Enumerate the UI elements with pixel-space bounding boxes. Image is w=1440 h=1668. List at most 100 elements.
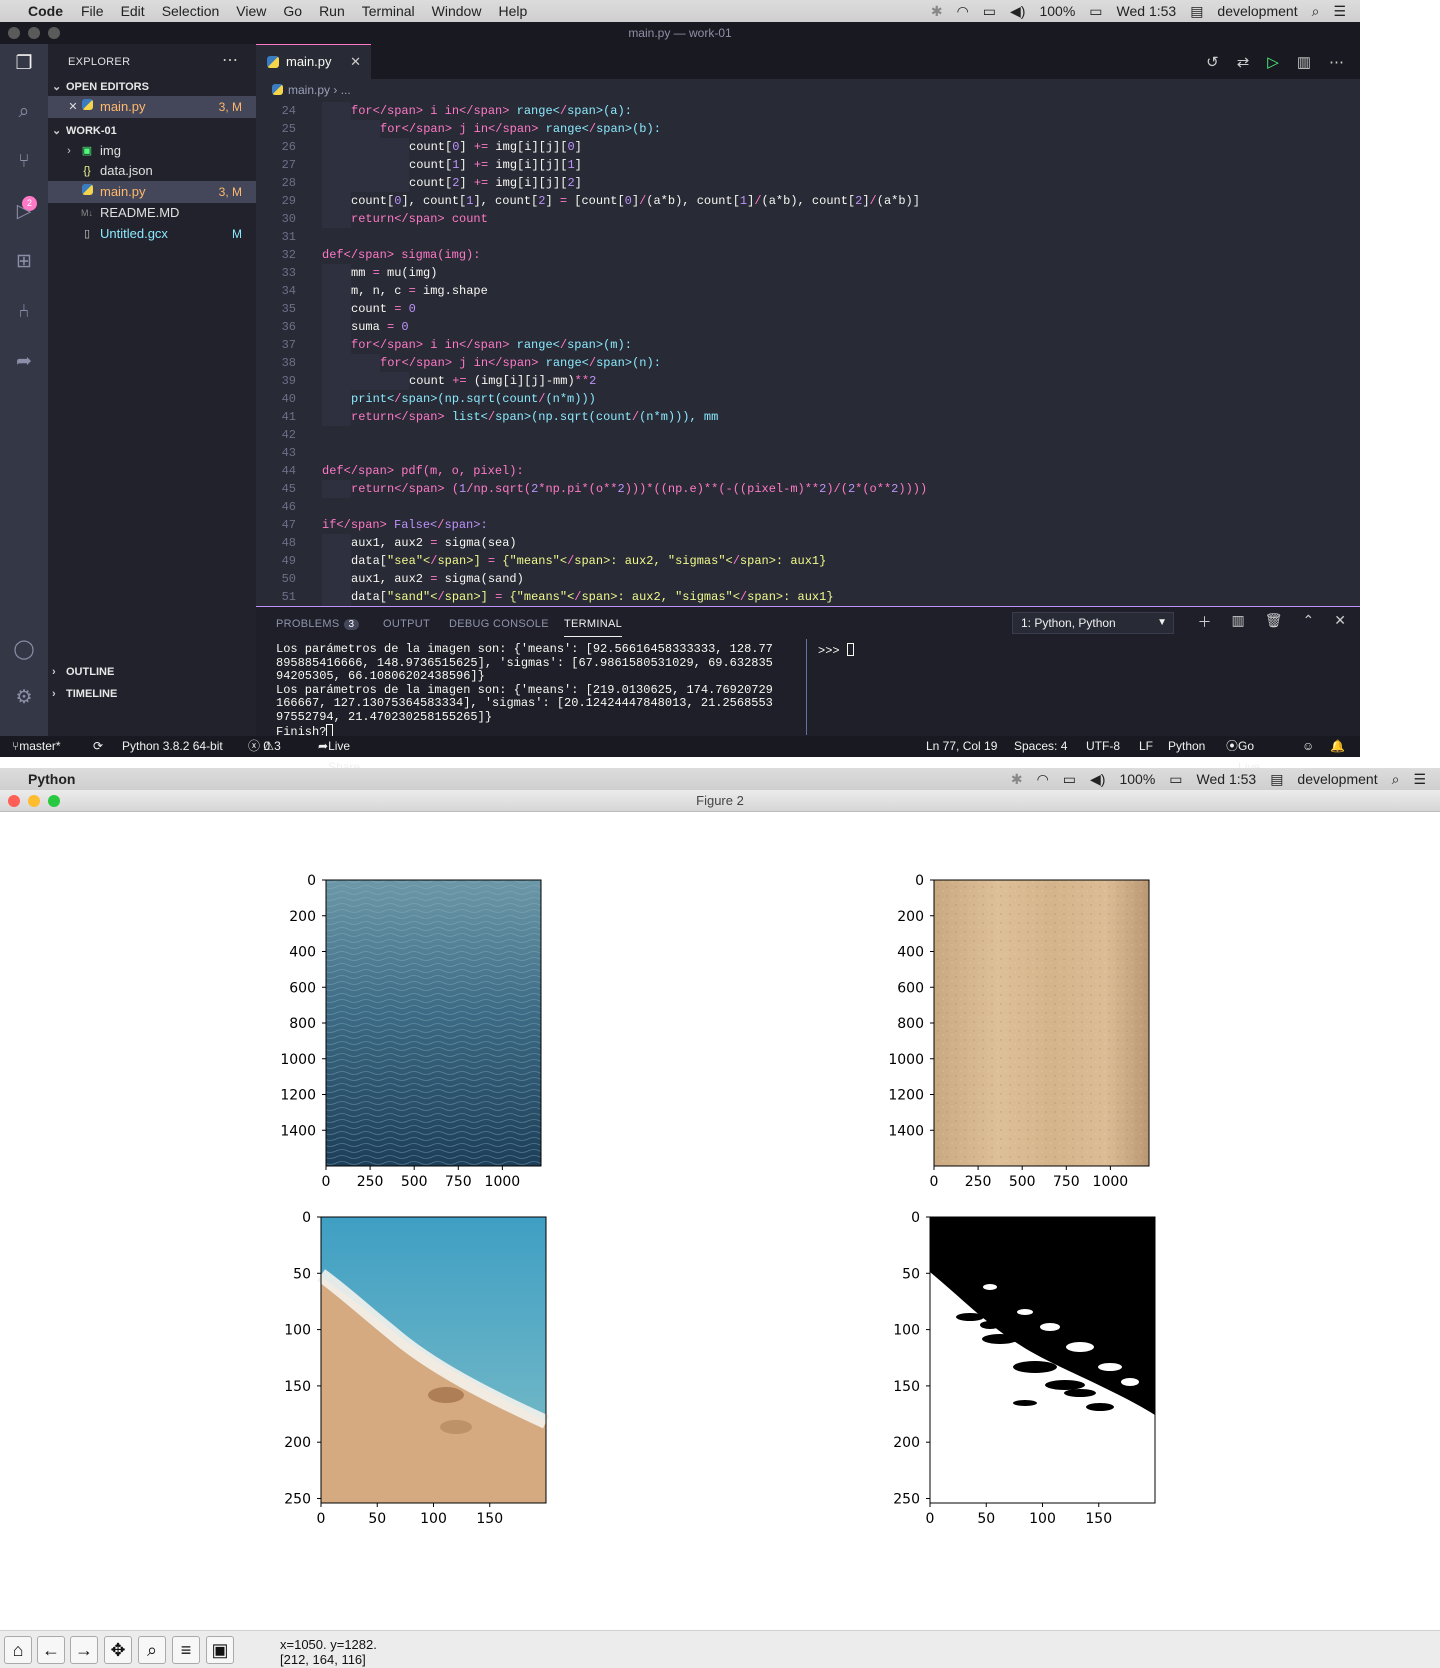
run-debug-icon[interactable]: ▷ <box>12 200 36 224</box>
search-icon[interactable]: ⌕ <box>12 100 36 124</box>
timeline-header[interactable]: › TIMELINE <box>52 688 117 700</box>
tree-item-main-py[interactable]: main.py 3, M <box>48 181 256 203</box>
volume-icon[interactable]: ◀) <box>1010 3 1025 20</box>
notification-center-icon[interactable]: ☰ <box>1413 771 1426 788</box>
encoding[interactable]: UTF-8 <box>1086 736 1120 757</box>
manage-gear-icon[interactable]: ⚙ <box>12 686 36 710</box>
tab-debug-console[interactable]: DEBUG CONSOLE <box>449 618 549 630</box>
clock[interactable]: Wed 1:53 <box>1117 3 1177 19</box>
close-window-button[interactable] <box>8 27 20 39</box>
menu-window[interactable]: Window <box>432 3 482 19</box>
terminal-split-divider[interactable] <box>806 639 807 735</box>
code-line[interactable]: print</span>(np.sqrt(count/(n*m))) <box>351 390 596 408</box>
menu-go[interactable]: Go <box>283 3 302 19</box>
zoom-window-button[interactable] <box>48 27 60 39</box>
close-panel-icon[interactable]: ✕ <box>1334 612 1346 632</box>
calendar-icon[interactable]: ▤ <box>1190 3 1203 20</box>
code-line[interactable]: for</span> i in</span> range</span>(m): <box>351 336 632 354</box>
code-line[interactable]: for</span> i in</span> range</span>(a): <box>351 102 632 120</box>
outline-header[interactable]: › OUTLINE <box>52 666 114 678</box>
airplay-icon[interactable]: ▭ <box>983 3 996 20</box>
user-name[interactable]: development <box>1217 3 1297 19</box>
code-line[interactable]: count[1] += img[i][j][1] <box>409 156 582 174</box>
battery-icon[interactable]: ▭ <box>1089 3 1102 20</box>
more-actions-icon[interactable]: ⋯ <box>222 50 238 70</box>
battery-percent[interactable]: 100% <box>1039 3 1075 19</box>
code-line[interactable]: data["sand"</span>] = {"means"</span>: a… <box>351 588 834 606</box>
figure-canvas[interactable]: 02004006008001000120014000 250 500 750 10000… <box>0 812 1440 1630</box>
close-icon[interactable]: ✕ <box>66 96 80 118</box>
volume-icon[interactable]: ◀) <box>1090 771 1105 788</box>
menu-run[interactable]: Run <box>319 3 345 19</box>
git-graph-icon[interactable]: ⑃ <box>12 300 36 324</box>
code-line[interactable]: suma = 0 <box>351 318 409 336</box>
tree-item-untitled-gcx[interactable]: ▯ Untitled.gcx M <box>48 223 256 245</box>
spotlight-icon[interactable]: ⌕ <box>1312 3 1320 20</box>
zoom-icon[interactable]: ⌕ <box>138 1636 166 1664</box>
code-editor[interactable]: 24 for</span> i in</span> range</span>(a)… <box>256 101 1360 606</box>
code-line[interactable]: def</span> pdf(m, o, pixel): <box>322 462 524 480</box>
split-terminal-icon[interactable]: ▥ <box>1232 612 1245 632</box>
notification-center-icon[interactable]: ☰ <box>1333 3 1346 20</box>
code-line[interactable]: return</span> (1/np.sqrt(2*np.pi*(o**2))… <box>351 480 927 498</box>
bluetooth-icon[interactable]: ✱ <box>1011 771 1023 788</box>
code-line[interactable]: return</span> list</span>(np.sqrt(count/… <box>351 408 718 426</box>
eol[interactable]: LF <box>1139 736 1153 757</box>
explorer-icon[interactable]: ❐ <box>12 52 36 76</box>
python-interpreter[interactable]: Python 3.8.2 64-bit <box>122 736 223 757</box>
breadcrumb-file[interactable]: main.py <box>288 83 330 97</box>
code-line[interactable]: aux1, aux2 = sigma(sand) <box>351 570 524 588</box>
minimize-window-button[interactable] <box>28 27 40 39</box>
code-line[interactable]: m, n, c = img.shape <box>351 282 488 300</box>
pan-icon[interactable]: ✥ <box>104 1636 132 1664</box>
calendar-icon[interactable]: ▤ <box>1270 771 1283 788</box>
menu-selection[interactable]: Selection <box>162 3 220 19</box>
bell-icon[interactable]: 🔔 <box>1330 736 1345 757</box>
extensions-icon[interactable]: ⊞ <box>12 250 36 274</box>
maximize-panel-icon[interactable]: ⌃ <box>1303 612 1315 632</box>
menu-view[interactable]: View <box>236 3 266 19</box>
code-line[interactable]: for</span> j in</span> range</span>(n): <box>380 354 661 372</box>
save-icon[interactable]: ▣ <box>206 1636 234 1664</box>
language-mode[interactable]: Python <box>1168 736 1205 757</box>
close-window-button[interactable] <box>8 795 20 807</box>
user-name[interactable]: development <box>1297 771 1377 787</box>
tab-output[interactable]: OUTPUT <box>383 618 430 630</box>
menu-terminal[interactable]: Terminal <box>362 3 415 19</box>
wifi-icon[interactable]: ◠ <box>957 3 969 20</box>
tab-problems[interactable]: PROBLEMS 3 <box>276 618 360 630</box>
back-arrow-icon[interactable]: ← <box>37 1636 65 1664</box>
split-editor-icon[interactable]: ▥ <box>1297 53 1311 71</box>
code-line[interactable]: count += (img[i][j]-mm)**2 <box>409 372 596 390</box>
code-line[interactable]: count = 0 <box>351 300 416 318</box>
more-actions-icon[interactable]: ⋯ <box>1329 53 1344 71</box>
code-line[interactable]: data["sea"</span>] = {"means"</span>: au… <box>351 552 826 570</box>
tree-item-data-json[interactable]: {} data.json <box>48 160 256 182</box>
menubar-app-name[interactable]: Python <box>28 771 75 787</box>
breadcrumb-symbol[interactable]: ... <box>341 83 351 97</box>
airplay-icon[interactable]: ▭ <box>1063 771 1076 788</box>
code-line[interactable]: count[0] += img[i][j][0] <box>409 138 582 156</box>
code-line[interactable]: return</span> count <box>351 210 488 228</box>
menu-help[interactable]: Help <box>498 3 527 19</box>
menu-edit[interactable]: Edit <box>121 3 145 19</box>
zoom-window-button[interactable] <box>48 795 60 807</box>
forward-arrow-icon[interactable]: → <box>70 1636 98 1664</box>
workspace-header[interactable]: ⌄ WORK-01 <box>52 124 117 137</box>
bluetooth-icon[interactable]: ✱ <box>931 3 943 20</box>
configure-subplots-icon[interactable]: ≡ <box>172 1636 200 1664</box>
go-live[interactable]: ⦿ Go Live <box>1226 736 1260 774</box>
branch-status[interactable]: ⑂ master* <box>12 736 61 757</box>
tab-terminal[interactable]: TERMINAL <box>564 618 623 637</box>
tab-main-py[interactable]: main.py ✕ <box>256 44 371 79</box>
trash-icon[interactable]: 🗑 <box>1265 612 1283 632</box>
code-line[interactable]: count[0], count[1], count[2] = [count[0]… <box>351 192 920 210</box>
accounts-icon[interactable]: ◯ <box>12 638 36 662</box>
run-python-icon[interactable]: ▷ <box>1267 53 1279 71</box>
live-share-icon[interactable]: ➦ <box>12 350 36 374</box>
terminal-select[interactable]: 1: Python, Python ▼ <box>1012 612 1174 634</box>
cursor-position[interactable]: Ln 77, Col 19 <box>926 736 997 757</box>
source-control-icon[interactable]: ⑂ <box>12 150 36 174</box>
code-line[interactable]: if</span> False</span>: <box>322 516 488 534</box>
new-terminal-icon[interactable]: ＋ <box>1198 612 1212 632</box>
